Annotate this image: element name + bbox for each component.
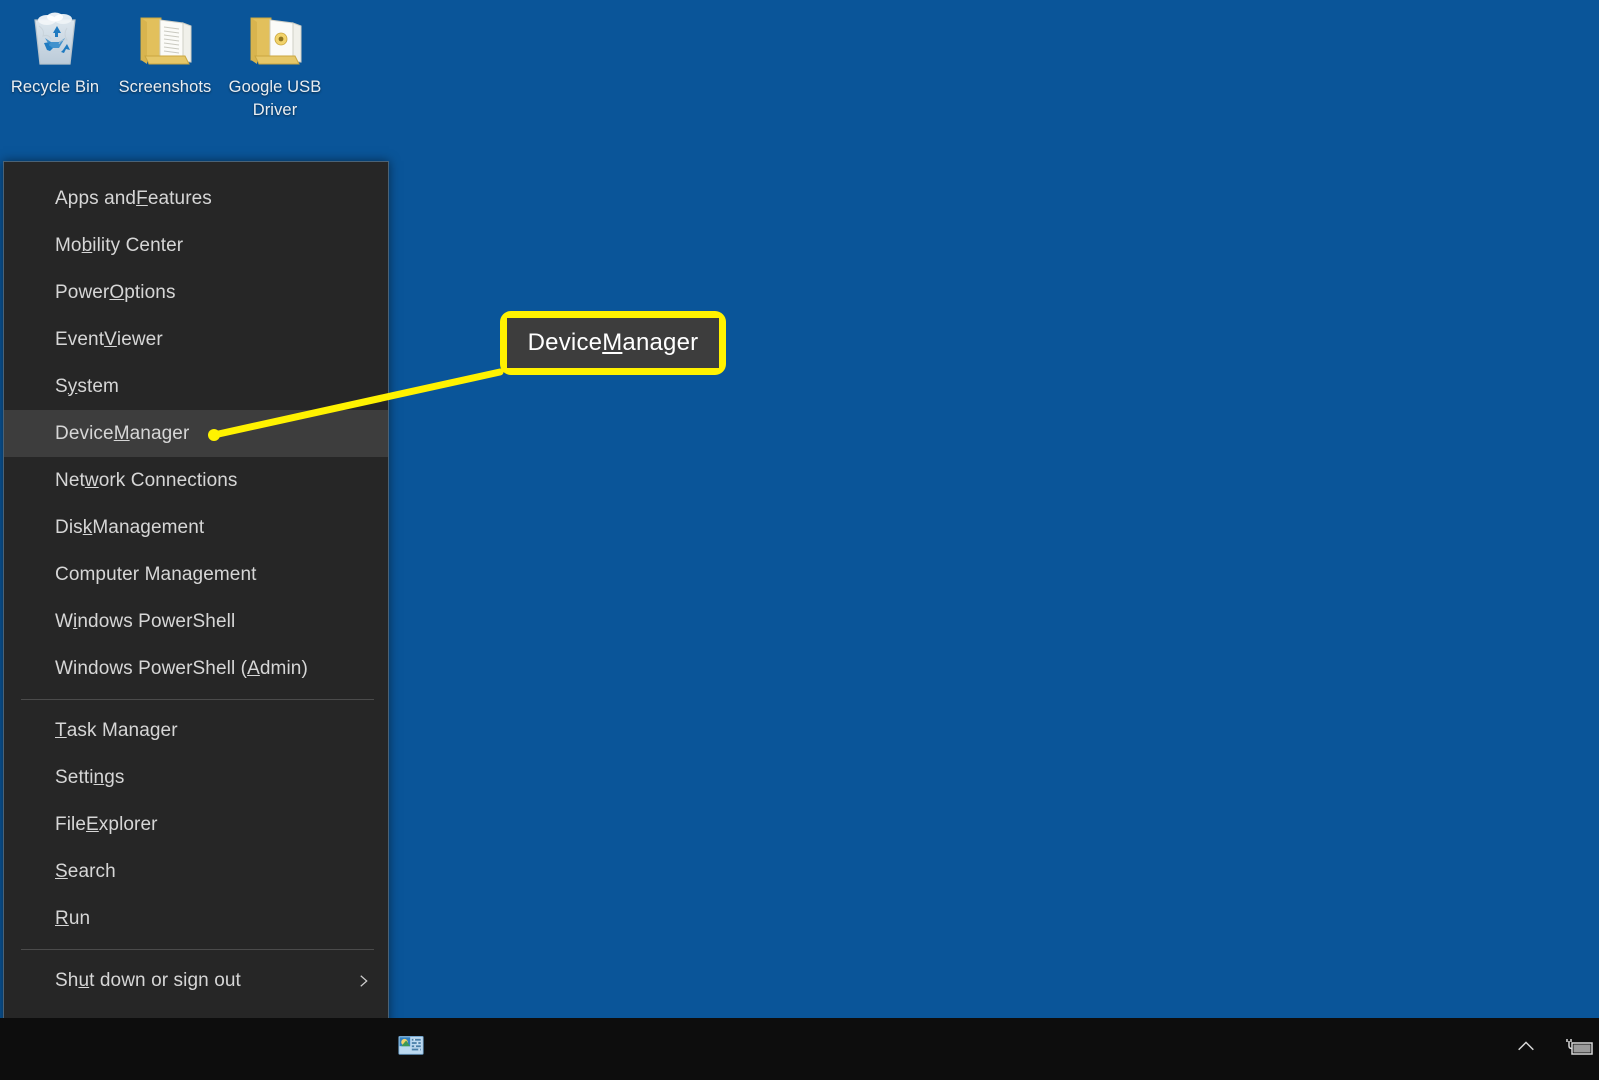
desktop-icon-google-usb-driver[interactable]: Google USB Driver bbox=[220, 0, 330, 122]
menu-item-label-rest: ility Center bbox=[92, 234, 184, 256]
menu-item-accelerator: F bbox=[136, 187, 148, 209]
battery-status-button[interactable] bbox=[1559, 1018, 1597, 1080]
menu-item-windows-powershell-admin[interactable]: Windows PowerShell (Admin) bbox=[4, 645, 388, 692]
menu-item-accelerator: A bbox=[247, 657, 260, 679]
desktop-icon-grid: Recycle Bin Screenshots Google USB Drive… bbox=[0, 0, 330, 122]
menu-item-computer-management[interactable]: Computer Mana g ement bbox=[4, 551, 388, 598]
menu-item-file-explorer[interactable]: File Explorer bbox=[4, 801, 388, 848]
menu-item-label-rest: iewer bbox=[116, 328, 163, 350]
show-hidden-icons-button[interactable] bbox=[1507, 1018, 1545, 1080]
menu-item-label-rest: ask Manager bbox=[66, 719, 178, 741]
menu-item-system[interactable]: Sy stem bbox=[4, 363, 388, 410]
winx-context-menu[interactable]: Apps and Features Mo b ility Center Power Op… bbox=[3, 161, 389, 1079]
menu-item-settings[interactable]: Setti n gs bbox=[4, 754, 388, 801]
menu-group: Task Manager Setti n gs File Explorer Search R… bbox=[4, 707, 388, 942]
menu-item-accelerator: R bbox=[55, 907, 69, 929]
menu-item-label: Dis bbox=[55, 516, 83, 538]
menu-item-search[interactable]: Search bbox=[4, 848, 388, 895]
menu-item-accelerator: y bbox=[67, 375, 78, 397]
menu-item-label: Sh bbox=[55, 969, 79, 991]
menu-item-label-rest: Management bbox=[92, 516, 205, 538]
system-tray bbox=[1507, 1018, 1599, 1080]
menu-item-label: S bbox=[55, 375, 68, 397]
callout-text-post: anager bbox=[622, 329, 699, 356]
menu-item-run[interactable]: Run bbox=[4, 895, 388, 942]
desktop-icon-screenshots[interactable]: Screenshots bbox=[110, 0, 220, 99]
desktop-icon-label: Recycle Bin bbox=[10, 78, 100, 96]
menu-item-accelerator: S bbox=[55, 860, 68, 882]
menu-item-accelerator: b bbox=[81, 234, 93, 256]
menu-item-label: Windows PowerShell ( bbox=[55, 657, 248, 679]
menu-group: Apps and Features Mo b ility Center Power Op… bbox=[4, 175, 388, 692]
menu-item-accelerator: T bbox=[55, 719, 67, 741]
menu-item-label: Event bbox=[55, 328, 105, 350]
menu-item-label: Net bbox=[55, 469, 85, 491]
menu-item-label-rest: ndows PowerShell bbox=[77, 610, 236, 632]
menu-item-label: Computer Mana bbox=[55, 563, 193, 585]
menu-item-label-rest: ement bbox=[203, 563, 257, 585]
menu-item-accelerator: k bbox=[82, 516, 93, 538]
menu-item-label: Device bbox=[55, 422, 114, 444]
taskbar[interactable] bbox=[0, 1018, 1599, 1080]
desktop[interactable]: Recycle Bin Screenshots Google USB Drive… bbox=[0, 0, 1599, 1080]
menu-item-label: Power bbox=[55, 281, 110, 303]
folder-icon bbox=[243, 6, 307, 70]
menu-item-accelerator: g bbox=[192, 563, 204, 585]
menu-item-label-rest: anager bbox=[129, 422, 190, 444]
menu-separator bbox=[21, 949, 374, 950]
desktop-icon-recycle-bin[interactable]: Recycle Bin bbox=[0, 0, 110, 99]
menu-item-label: W bbox=[55, 610, 74, 632]
menu-item-label-rest: ptions bbox=[124, 281, 176, 303]
menu-item-accelerator: E bbox=[86, 813, 99, 835]
control-panel-icon bbox=[396, 1034, 426, 1065]
folder-icon bbox=[133, 6, 197, 70]
menu-item-device-manager[interactable]: Device Manager bbox=[4, 410, 388, 457]
menu-item-accelerator: M bbox=[113, 422, 130, 444]
callout-text-accel: M bbox=[602, 329, 623, 356]
desktop-icon-label: Screenshots bbox=[118, 78, 212, 96]
menu-item-apps-and-features[interactable]: Apps and Features bbox=[4, 175, 388, 222]
menu-item-label-rest: ork Connections bbox=[98, 469, 238, 491]
menu-item-label-rest: earch bbox=[67, 860, 116, 882]
menu-groups: Apps and Features Mo b ility Center Power Op… bbox=[4, 175, 388, 1051]
menu-item-label-rest: t down or sign out bbox=[89, 969, 241, 991]
menu-item-label: Mo bbox=[55, 234, 82, 256]
menu-item-accelerator: O bbox=[109, 281, 125, 303]
battery-charging-icon bbox=[1563, 1035, 1593, 1064]
desktop-icon-label: Google USB Driver bbox=[228, 78, 322, 119]
recycle-bin-icon bbox=[23, 6, 87, 70]
menu-item-label: Apps and bbox=[55, 187, 137, 209]
chevron-up-icon bbox=[1515, 1036, 1537, 1063]
callout-label: Device Manager bbox=[507, 318, 719, 368]
menu-item-label-rest: dmin) bbox=[259, 657, 308, 679]
menu-item-accelerator: n bbox=[93, 766, 105, 788]
taskbar-device-manager-app[interactable] bbox=[388, 1018, 434, 1080]
menu-top-padding bbox=[4, 162, 388, 175]
menu-item-accelerator: u bbox=[78, 969, 90, 991]
menu-item-accelerator: V bbox=[104, 328, 117, 350]
menu-item-event-viewer[interactable]: Event Viewer bbox=[4, 316, 388, 363]
menu-item-label-rest: stem bbox=[77, 375, 119, 397]
menu-item-task-manager[interactable]: Task Manager bbox=[4, 707, 388, 754]
chevron-right-icon bbox=[354, 972, 372, 990]
menu-item-shut-down-or-sign-out[interactable]: Sh u t down or sign out bbox=[4, 957, 388, 1004]
menu-item-disk-management[interactable]: Dis k Management bbox=[4, 504, 388, 551]
menu-item-label: File bbox=[55, 813, 87, 835]
menu-item-label-rest: eatures bbox=[147, 187, 212, 209]
menu-item-label-rest: gs bbox=[104, 766, 125, 788]
menu-item-windows-powershell[interactable]: Wi ndows PowerShell bbox=[4, 598, 388, 645]
menu-item-power-options[interactable]: Power Options bbox=[4, 269, 388, 316]
menu-item-label: Setti bbox=[55, 766, 94, 788]
menu-item-mobility-center[interactable]: Mo b ility Center bbox=[4, 222, 388, 269]
menu-item-label-rest: xplorer bbox=[98, 813, 158, 835]
callout-text-pre: Device bbox=[527, 329, 603, 356]
taskbar-apps bbox=[388, 1018, 434, 1080]
menu-item-accelerator: w bbox=[84, 469, 99, 491]
menu-separator bbox=[21, 699, 374, 700]
callout-box: Device Manager bbox=[500, 311, 726, 375]
menu-item-label-rest: un bbox=[68, 907, 91, 929]
menu-item-network-connections[interactable]: Net w ork Connections bbox=[4, 457, 388, 504]
